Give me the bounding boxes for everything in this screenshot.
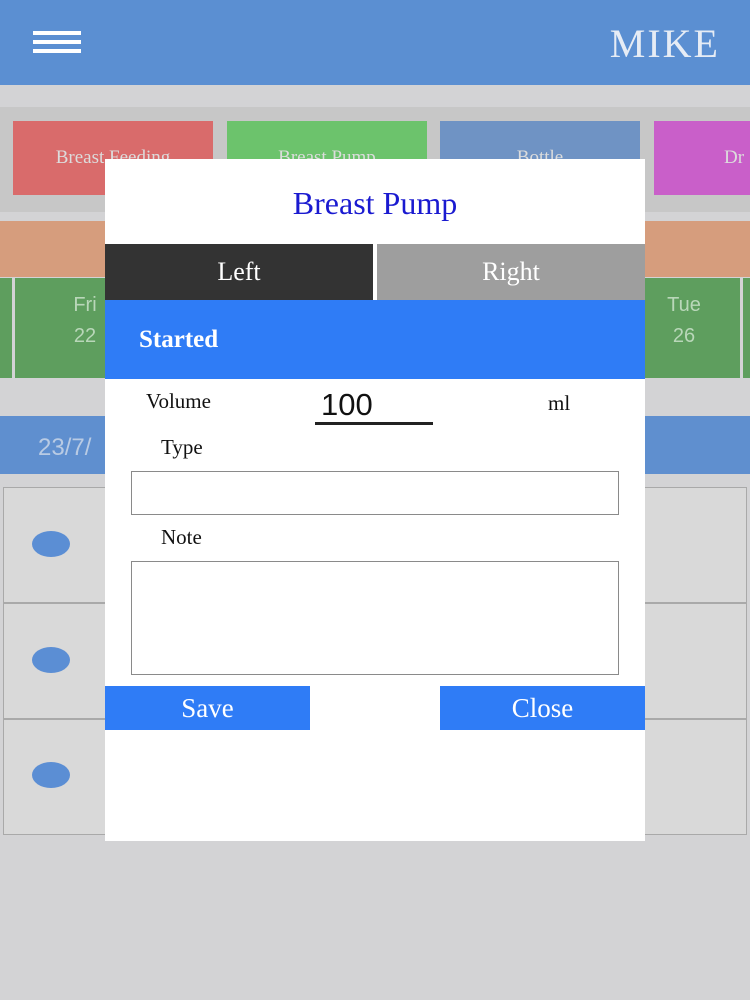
volume-input[interactable] — [315, 387, 433, 425]
day-cell[interactable] — [0, 278, 12, 378]
note-textarea[interactable] — [131, 561, 619, 675]
app-title: MIKE — [609, 21, 720, 66]
dialog-title: Breast Pump — [292, 185, 458, 221]
app-header: MIKE — [0, 0, 750, 85]
type-input[interactable] — [131, 471, 619, 515]
type-label: Type — [161, 435, 203, 459]
status-toggle[interactable]: Started — [105, 300, 645, 379]
category-dr-button[interactable]: Dr — [654, 121, 750, 195]
day-name: Fri — [73, 294, 97, 316]
tab-left[interactable]: Left — [105, 244, 373, 300]
breast-pump-dialog: Breast Pump Left Right Started Volume ml… — [105, 159, 645, 841]
save-button[interactable]: Save — [105, 686, 310, 730]
note-label: Note — [161, 525, 202, 549]
entry-dot-icon — [32, 531, 70, 557]
volume-unit-label: ml — [548, 391, 571, 415]
entry-dot-icon — [32, 647, 70, 673]
day-cell[interactable] — [743, 278, 750, 378]
side-tabs: Left Right — [105, 244, 645, 300]
day-name: Tue — [667, 294, 701, 316]
tab-right[interactable]: Right — [377, 244, 645, 300]
hamburger-menu-icon[interactable] — [33, 31, 81, 53]
close-button[interactable]: Close — [440, 686, 645, 730]
volume-label: Volume — [146, 389, 211, 413]
entry-dot-icon — [32, 762, 70, 788]
